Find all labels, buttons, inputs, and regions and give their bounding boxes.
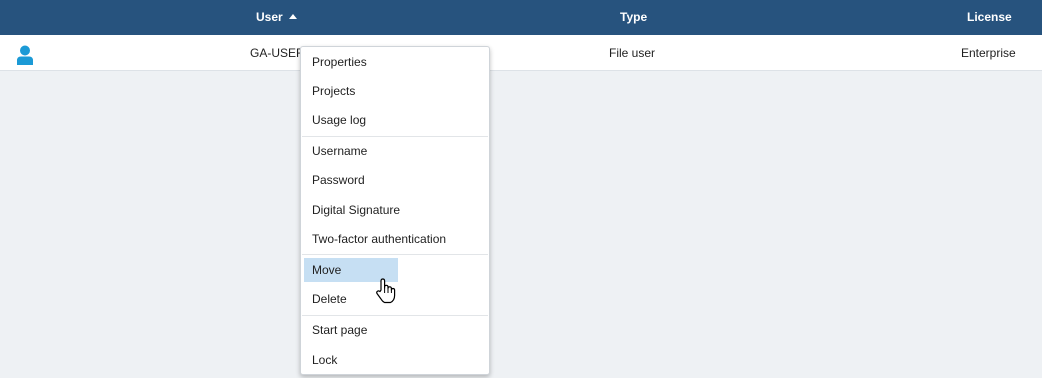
sort-ascending-icon xyxy=(288,14,297,19)
menu-item-username[interactable]: Username xyxy=(304,139,398,163)
table-header: User Type License xyxy=(0,0,1042,35)
menu-item-password[interactable]: Password xyxy=(304,168,398,192)
column-header-license[interactable]: License xyxy=(967,0,1012,35)
menu-item-digital-signature[interactable]: Digital Signature xyxy=(304,198,400,222)
menu-item-start-page[interactable]: Start page xyxy=(304,318,398,342)
menu-item-two-factor-authentication[interactable]: Two-factor authentication xyxy=(304,227,446,251)
column-header-license-label: License xyxy=(967,10,1012,24)
user-icon xyxy=(16,43,34,65)
column-header-type-label: Type xyxy=(620,10,648,24)
menu-separator xyxy=(302,315,488,316)
menu-item-usage-log[interactable]: Usage log xyxy=(304,108,398,132)
column-header-user-label: User xyxy=(256,10,283,24)
menu-item-properties[interactable]: Properties xyxy=(304,50,398,74)
menu-separator xyxy=(302,254,488,255)
context-menu: Properties Projects Usage log Username P… xyxy=(300,46,490,375)
menu-item-projects[interactable]: Projects xyxy=(304,79,398,103)
user-name-cell: GA-USER xyxy=(250,46,305,60)
hand-cursor-icon xyxy=(375,278,397,304)
menu-separator xyxy=(302,136,488,137)
table-row[interactable]: GA-USER File user Enterprise xyxy=(0,35,1042,71)
column-header-type[interactable]: Type xyxy=(620,0,647,35)
license-cell: Enterprise xyxy=(961,46,1016,60)
menu-item-lock[interactable]: Lock xyxy=(304,348,398,372)
user-type-cell: File user xyxy=(609,46,656,60)
column-header-user[interactable]: User xyxy=(256,0,297,35)
